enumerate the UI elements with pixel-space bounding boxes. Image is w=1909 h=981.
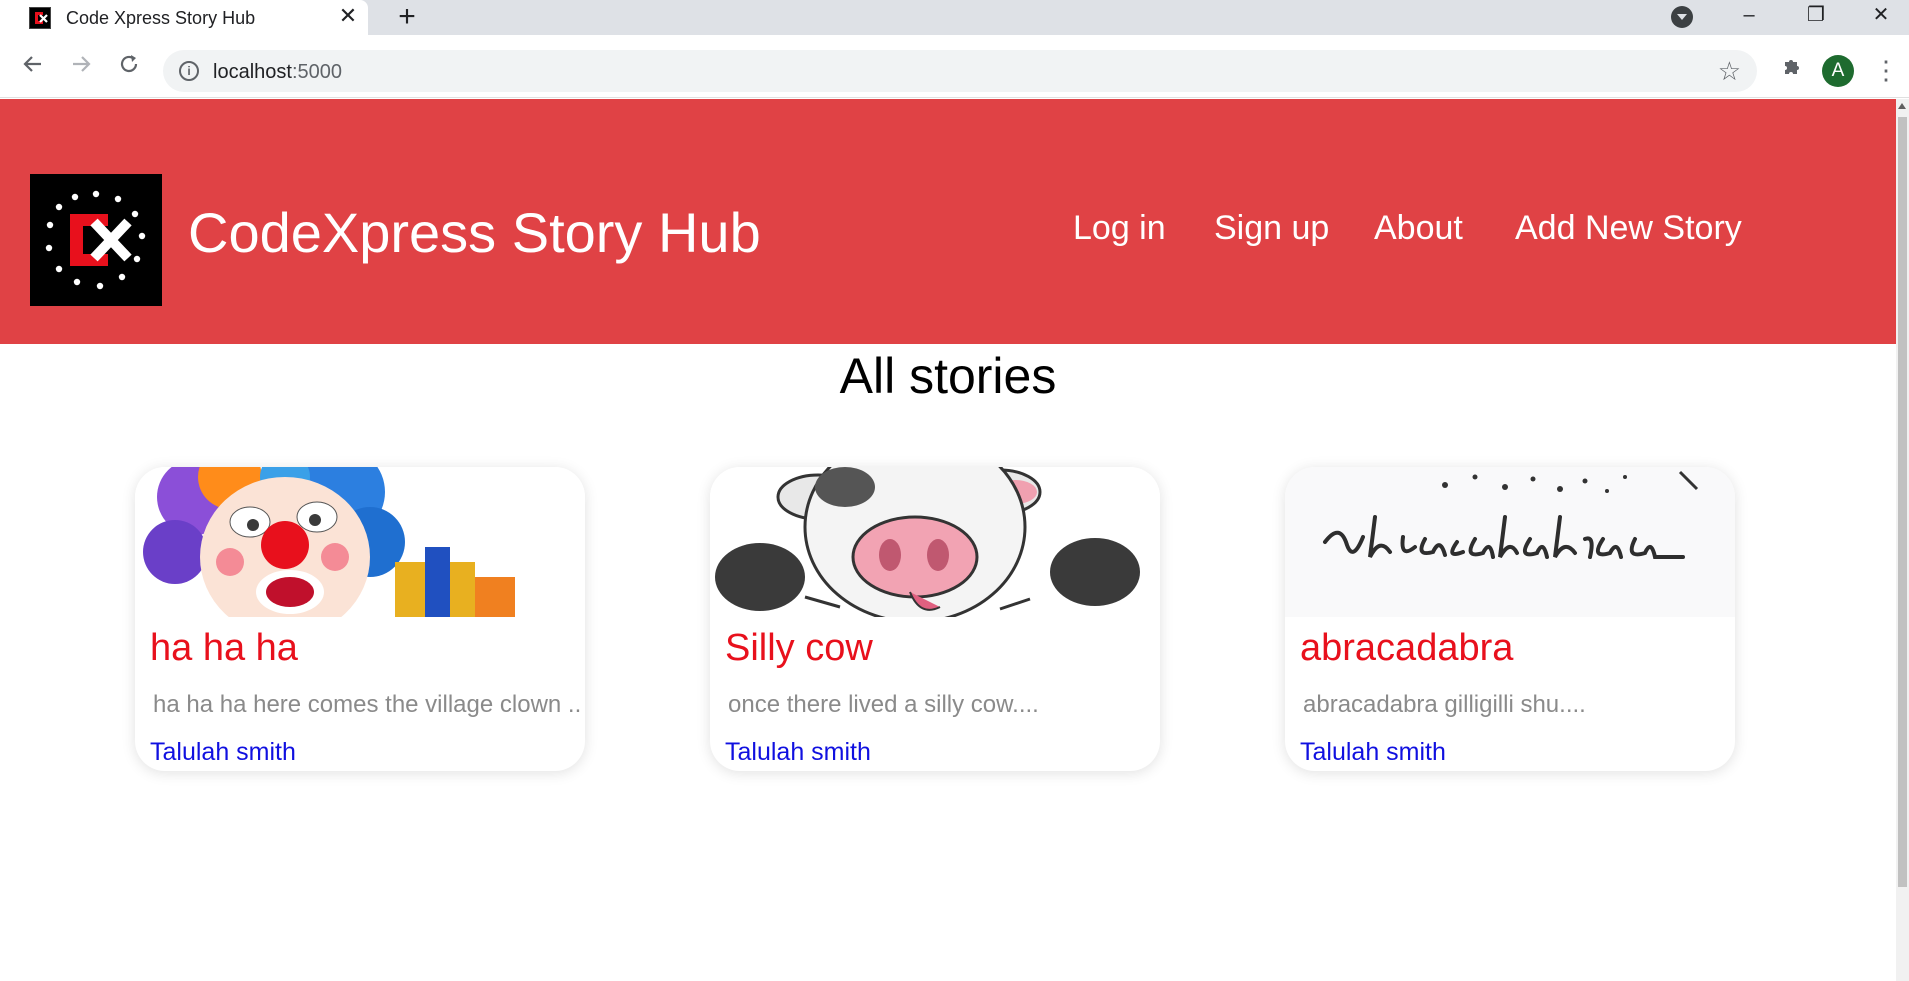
story-card[interactable]: Silly cow once there lived a silly cow..… <box>710 467 1160 771</box>
browser-toolbar: i localhost:5000 ☆ A ⋮ <box>0 35 1909 98</box>
scrollbar-thumb[interactable] <box>1898 117 1907 887</box>
minimize-button[interactable]: – <box>1721 0 1777 35</box>
forward-arrow-icon[interactable] <box>61 47 101 87</box>
extensions-icon[interactable] <box>1776 55 1808 87</box>
story-card[interactable]: abracadabra abracadabra gilligilli shu..… <box>1285 467 1735 771</box>
menu-icon[interactable]: ⋮ <box>1871 55 1901 87</box>
card-excerpt: abracadabra gilligilli shu.... <box>1303 691 1586 718</box>
card-excerpt: ha ha ha here comes the village clown .. <box>153 691 582 718</box>
card-title[interactable]: abracadabra <box>1300 627 1513 670</box>
nav-login[interactable]: Log in <box>1073 209 1166 248</box>
url-text[interactable]: localhost:5000 <box>213 61 342 84</box>
profile-avatar[interactable]: A <box>1822 55 1854 87</box>
tab-close-icon[interactable]: ✕ <box>337 4 359 28</box>
card-excerpt: once there lived a silly cow.... <box>728 691 1039 718</box>
clown-image <box>135 467 585 617</box>
close-window-button[interactable]: ✕ <box>1853 0 1909 35</box>
card-title[interactable]: ha ha ha <box>150 627 298 670</box>
address-bar[interactable]: i localhost:5000 ☆ <box>163 50 1757 92</box>
star-icon[interactable]: ☆ <box>1718 56 1741 87</box>
reload-icon[interactable] <box>109 47 149 87</box>
page-title: All stories <box>839 348 1057 404</box>
restore-button[interactable]: ❐ <box>1788 0 1844 35</box>
abracadabra-image <box>1285 467 1735 617</box>
favicon-icon <box>29 7 51 29</box>
back-arrow-icon[interactable] <box>13 47 53 87</box>
new-tab-button[interactable]: + <box>393 2 421 32</box>
browser-tab[interactable]: Code Xpress Story Hub ✕ <box>0 0 368 35</box>
site-title: CodeXpress Story Hub <box>188 201 761 264</box>
nav-add-new-story[interactable]: Add New Story <box>1515 209 1742 248</box>
cow-image <box>710 467 1160 617</box>
card-title[interactable]: Silly cow <box>725 627 873 670</box>
page-content: CodeXpress Story Hub Log in Sign up Abou… <box>0 99 1896 981</box>
card-author-link[interactable]: Talulah smith <box>150 738 296 767</box>
card-author-link[interactable]: Talulah smith <box>725 738 871 767</box>
browser-tab-bar: Code Xpress Story Hub ✕ + – ❐ ✕ <box>0 0 1909 35</box>
story-card[interactable]: ha ha ha ha ha ha here comes the village… <box>135 467 585 771</box>
card-author-link[interactable]: Talulah smith <box>1300 738 1446 767</box>
tab-title: Code Xpress Story Hub <box>66 8 256 28</box>
nav-signup[interactable]: Sign up <box>1214 209 1329 248</box>
tab-search-icon[interactable] <box>1671 6 1693 28</box>
scroll-up-icon[interactable] <box>1898 103 1906 109</box>
site-header: CodeXpress Story Hub Log in Sign up Abou… <box>0 99 1896 344</box>
nav-about[interactable]: About <box>1374 209 1463 248</box>
site-logo[interactable] <box>30 174 162 306</box>
info-icon[interactable]: i <box>179 61 199 81</box>
page-scrollbar[interactable] <box>1896 99 1909 981</box>
